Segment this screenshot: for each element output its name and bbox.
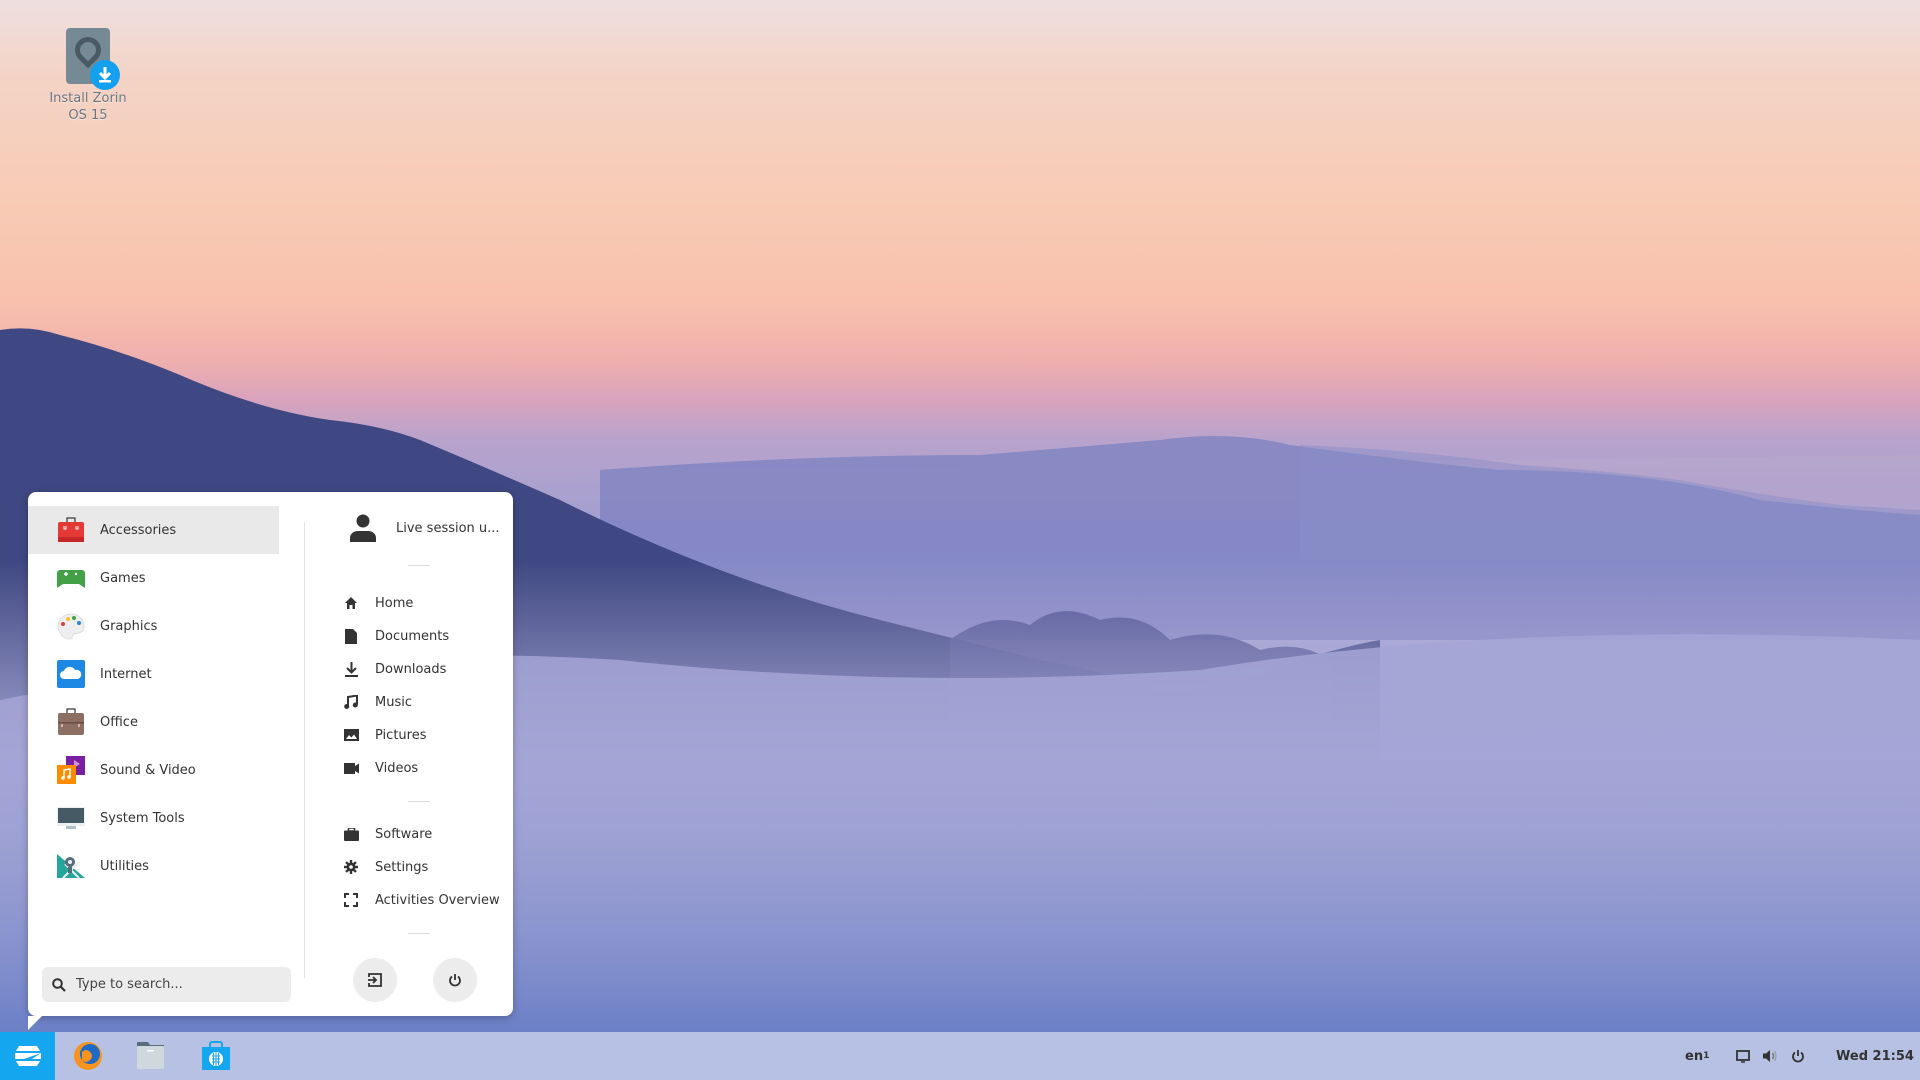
category-graphics[interactable]: Graphics xyxy=(28,602,279,650)
zorin-logo-icon xyxy=(14,1046,41,1066)
taskbar-firefox[interactable] xyxy=(70,1038,106,1074)
place-label: Home xyxy=(375,595,414,611)
place-label: Downloads xyxy=(375,661,447,677)
column-divider xyxy=(304,522,305,978)
separator xyxy=(408,801,430,802)
category-label: Accessories xyxy=(100,522,177,538)
category-label: Internet xyxy=(100,666,152,682)
keyboard-layout-indicator[interactable]: en 1 xyxy=(1685,1032,1709,1080)
place-home[interactable]: Home xyxy=(343,590,413,616)
desktop-icon-install-zorin[interactable]: Install Zorin OS 15 xyxy=(44,28,132,124)
system-label: Activities Overview xyxy=(375,892,500,908)
category-label: Sound & Video xyxy=(100,762,196,778)
search-input[interactable] xyxy=(74,976,268,993)
place-documents[interactable]: Documents xyxy=(343,623,449,649)
place-pictures[interactable]: Pictures xyxy=(343,722,426,748)
user-label: Live session u... xyxy=(396,520,500,536)
system-software[interactable]: Software xyxy=(343,821,432,847)
place-label: Pictures xyxy=(375,727,427,743)
gear-icon xyxy=(343,859,359,875)
media-icon xyxy=(57,756,85,784)
video-icon xyxy=(343,760,359,776)
category-system-tools[interactable]: System Tools xyxy=(28,794,279,842)
volume-indicator[interactable] xyxy=(1762,1032,1778,1080)
search-box[interactable] xyxy=(42,967,291,1002)
system-power-indicator[interactable] xyxy=(1791,1032,1805,1080)
display-indicator[interactable] xyxy=(1736,1032,1750,1080)
taskbar-software[interactable] xyxy=(198,1038,234,1074)
toolbox-icon xyxy=(57,516,85,544)
place-music[interactable]: Music xyxy=(343,689,412,715)
category-office[interactable]: Office xyxy=(28,698,279,746)
category-internet[interactable]: Internet xyxy=(28,650,279,698)
user-account-button[interactable]: Live session u... xyxy=(350,514,500,542)
category-games[interactable]: Games xyxy=(28,554,279,602)
palette-icon xyxy=(57,612,85,640)
download-badge-icon xyxy=(90,60,120,90)
search-icon xyxy=(52,977,66,992)
category-label: Graphics xyxy=(100,618,158,634)
firefox-icon xyxy=(74,1042,102,1070)
volume-icon xyxy=(1763,1050,1777,1062)
briefcase-icon xyxy=(57,708,85,736)
install-drive-icon xyxy=(66,28,120,90)
download-icon xyxy=(343,661,359,677)
place-videos[interactable]: Videos xyxy=(343,755,418,781)
clock[interactable]: Wed 21:54 xyxy=(1836,1032,1914,1080)
desktop-icon-label: Install Zorin OS 15 xyxy=(49,91,127,123)
system-label: Software xyxy=(375,826,433,842)
category-label: System Tools xyxy=(100,810,185,826)
place-label: Documents xyxy=(375,628,450,644)
taskbar-files[interactable] xyxy=(134,1038,170,1074)
logout-button[interactable] xyxy=(353,958,397,1002)
start-menu-button[interactable] xyxy=(0,1032,55,1080)
utilities-icon xyxy=(57,852,85,880)
monitor-icon xyxy=(57,804,85,832)
cloud-icon xyxy=(57,660,85,688)
power-button[interactable] xyxy=(433,958,477,1002)
music-icon xyxy=(343,694,359,710)
system-settings[interactable]: Settings xyxy=(343,854,428,880)
category-sound-video[interactable]: Sound & Video xyxy=(28,746,279,794)
keyboard-layout-label: en xyxy=(1685,1048,1704,1064)
power-icon xyxy=(1792,1050,1804,1063)
place-label: Music xyxy=(375,694,412,710)
category-accessories[interactable]: Accessories xyxy=(28,506,279,554)
category-label: Games xyxy=(100,570,146,586)
document-icon xyxy=(343,628,359,644)
keyboard-layout-index: 1 xyxy=(1703,1051,1710,1061)
activities-icon xyxy=(343,892,359,908)
category-label: Utilities xyxy=(100,858,149,874)
category-label: Office xyxy=(100,714,138,730)
taskbar: en 1 Wed 21:54 xyxy=(0,1032,1920,1080)
picture-icon xyxy=(343,727,359,743)
category-list: Accessories Games Graphics Internet Offi… xyxy=(28,506,279,890)
software-store-icon xyxy=(202,1041,230,1070)
separator xyxy=(408,933,430,934)
place-label: Videos xyxy=(375,760,419,776)
power-icon xyxy=(449,974,461,987)
system-activities-overview[interactable]: Activities Overview xyxy=(343,887,500,913)
system-label: Settings xyxy=(375,859,429,875)
gamepad-icon xyxy=(57,564,85,592)
clock-label: Wed 21:54 xyxy=(1836,1048,1914,1064)
logout-icon xyxy=(368,973,382,987)
separator xyxy=(408,565,430,566)
start-menu: Accessories Games Graphics Internet Offi… xyxy=(28,492,513,1030)
files-icon xyxy=(137,1042,164,1069)
home-icon xyxy=(343,595,359,611)
place-downloads[interactable]: Downloads xyxy=(343,656,446,682)
category-utilities[interactable]: Utilities xyxy=(28,842,279,890)
software-icon xyxy=(343,826,359,842)
user-icon xyxy=(350,514,376,542)
screen-icon xyxy=(1736,1049,1750,1063)
